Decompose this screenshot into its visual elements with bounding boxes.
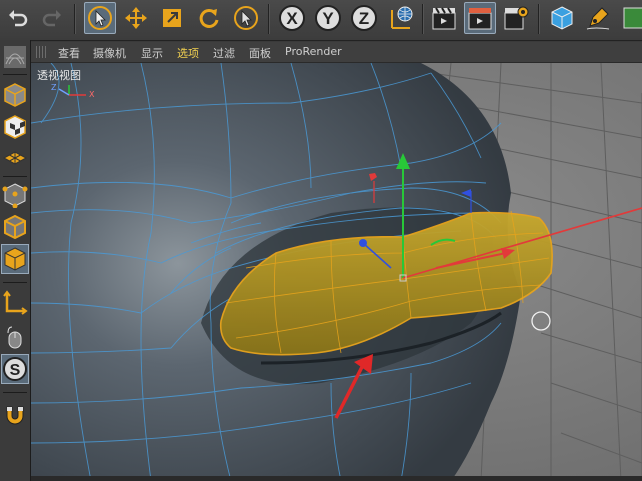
snap-button[interactable] <box>1 400 29 430</box>
toolbar-separator <box>74 4 76 34</box>
pen-tool-button[interactable] <box>582 2 614 34</box>
y-axis-label: Y <box>322 9 334 28</box>
render-view-button[interactable] <box>428 2 460 34</box>
last-tool-button[interactable] <box>230 2 262 34</box>
make-editable-icon <box>4 46 26 68</box>
toolbar-separator <box>3 282 27 283</box>
bottom-strip <box>31 476 642 481</box>
rotate-button[interactable] <box>192 2 224 34</box>
toolbar-separator <box>268 4 270 34</box>
y-axis-lock-button[interactable]: Y <box>312 2 344 34</box>
cube-icon <box>551 6 573 30</box>
axis-icon <box>3 290 28 315</box>
solo-icon: S <box>3 357 27 381</box>
points-mode-icon <box>2 183 28 208</box>
axis-mode-button[interactable] <box>1 288 29 318</box>
coordinate-system-button[interactable] <box>386 2 418 34</box>
render-to-picture-viewer-button[interactable] <box>464 2 496 34</box>
menu-item-camera[interactable]: 摄像机 <box>93 45 126 61</box>
scale-icon <box>163 9 181 27</box>
render-settings-button[interactable] <box>500 2 532 34</box>
clapper-icon <box>468 8 492 30</box>
model-mode-button[interactable] <box>1 80 29 110</box>
redo-icon <box>42 10 61 27</box>
cursor-icon <box>234 6 258 30</box>
toolbar-separator <box>3 74 27 75</box>
move-button[interactable] <box>120 2 152 34</box>
menu-item-view[interactable]: 查看 <box>58 45 80 61</box>
modeling-label: S <box>10 362 21 379</box>
cube-mode-icon <box>4 83 26 107</box>
rotate-icon <box>199 8 219 28</box>
menu-item-panel[interactable]: 面板 <box>249 45 271 61</box>
cursor-icon <box>88 6 112 30</box>
toolbar-separator <box>538 4 540 34</box>
toolbar-separator <box>3 392 27 393</box>
viewport-scene <box>31 63 642 481</box>
pen-icon <box>586 7 610 30</box>
solo-button[interactable]: S <box>1 354 29 384</box>
menu-item-filter[interactable]: 过滤 <box>213 45 235 61</box>
checker-cube-icon <box>4 115 26 139</box>
z-axis-lock-button[interactable]: Z <box>348 2 380 34</box>
z-axis-icon: Z <box>351 5 377 31</box>
viewport-menu-bar: 查看 摄像机 显示 选项 过滤 面板 ProRender <box>31 42 642 63</box>
redo-button[interactable] <box>36 2 68 34</box>
x-axis-icon: X <box>279 5 305 31</box>
polygons-mode-icon <box>4 247 26 271</box>
texture-mode-button[interactable] <box>1 112 29 142</box>
main-toolbar: X Y Z <box>0 0 642 41</box>
z-axis-label: Z <box>359 9 369 28</box>
viewport-title: 透视视图 <box>37 69 81 82</box>
clapper-icon <box>432 7 456 30</box>
edges-mode-button[interactable] <box>1 212 29 242</box>
menu-item-options[interactable]: 选项 <box>177 45 199 61</box>
axis-label-z: Z <box>51 83 57 92</box>
perspective-viewport[interactable]: 透视视图 Z X <box>31 63 642 481</box>
cube-object-button[interactable] <box>546 2 578 34</box>
world-coordinate-icon <box>391 6 413 29</box>
toolbar-separator <box>3 176 27 177</box>
menu-item-prorender[interactable]: ProRender <box>285 45 342 58</box>
workplane-button[interactable] <box>1 144 29 174</box>
toolbar-separator <box>422 4 424 34</box>
grip-handle[interactable] <box>36 46 48 58</box>
make-editable-button[interactable] <box>1 42 29 72</box>
axis-label-x: X <box>89 90 95 99</box>
points-mode-button[interactable] <box>1 180 29 210</box>
render-settings-icon <box>504 6 529 30</box>
magnet-icon <box>6 406 24 425</box>
scale-button[interactable] <box>156 2 188 34</box>
polygons-mode-button[interactable] <box>1 244 29 274</box>
subdivision-icon <box>623 7 642 29</box>
mouse-icon <box>7 326 22 349</box>
move-icon <box>125 7 147 29</box>
undo-icon <box>9 10 28 27</box>
undo-button[interactable] <box>2 2 34 34</box>
edges-mode-icon <box>4 214 26 240</box>
y-axis-icon: Y <box>315 5 341 31</box>
x-axis-lock-button[interactable]: X <box>276 2 308 34</box>
menu-item-display[interactable]: 显示 <box>141 45 163 61</box>
live-selection-button[interactable] <box>84 2 116 34</box>
workplane-icon <box>2 151 28 165</box>
left-toolbar: S <box>0 40 31 481</box>
subdivision-button[interactable] <box>618 2 642 34</box>
tweak-mode-button[interactable] <box>1 322 29 352</box>
x-axis-label: X <box>286 9 298 28</box>
